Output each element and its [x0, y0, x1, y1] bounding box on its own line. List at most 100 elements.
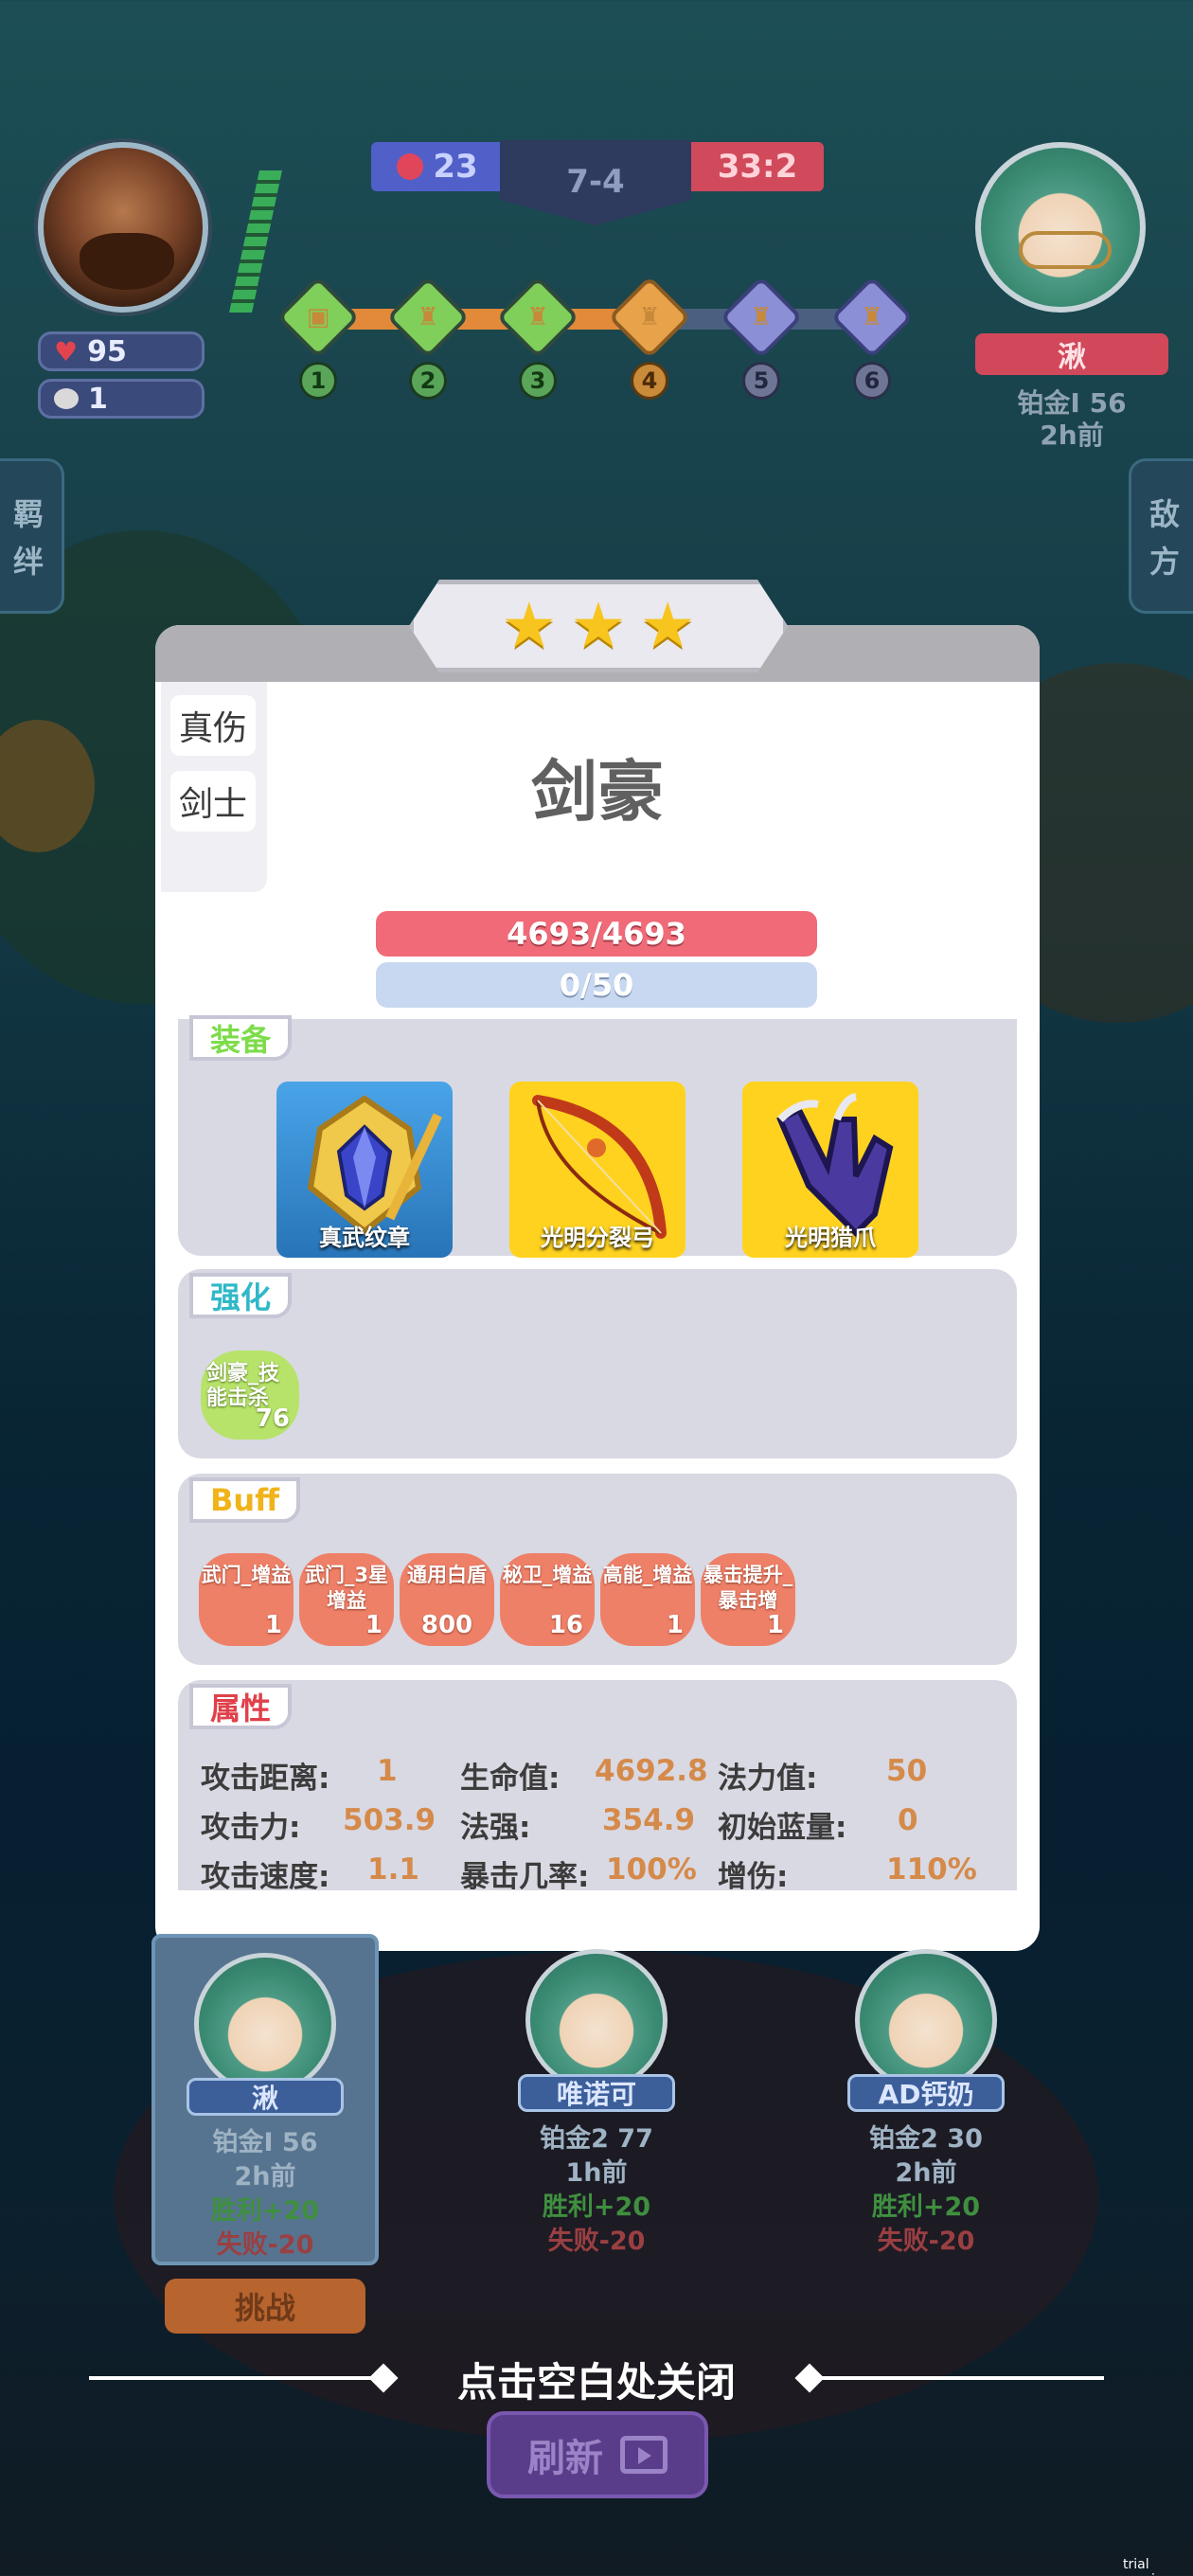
buff-section: Buff 武门_增益 1 武门_3星增益 1 通用白盾 800 秘卫_增益 16 高能_…: [178, 1474, 1017, 1665]
star-icon: ★: [501, 589, 558, 662]
player-hp-value: 95: [87, 334, 127, 368]
equipment-name: 光明分裂弓: [541, 1225, 654, 1251]
attr-key: 生命值:: [460, 1762, 561, 1796]
score-right-value: 33:2: [717, 148, 798, 186]
enhance-item-value: 76: [255, 1404, 290, 1433]
buff-item[interactable]: 武门_增益 1: [199, 1553, 294, 1646]
equipment-name: 真武纹章: [319, 1225, 410, 1251]
enhance-item[interactable]: 剑豪_技能击杀 76: [201, 1351, 299, 1440]
buff-label: Buff: [189, 1477, 301, 1523]
buff-item[interactable]: 武门_3星增益 1: [299, 1553, 394, 1646]
equipment-section: 装备 真武纹章 光明分裂弓 光明猎爪: [178, 1015, 1017, 1258]
round-number: 3: [519, 362, 557, 400]
enemy-name: 湫: [975, 333, 1168, 375]
attr-value: 1: [377, 1754, 398, 1788]
attr-key: 初始蓝量:: [718, 1811, 847, 1845]
buff-item-value: 1: [766, 1611, 784, 1640]
refresh-button[interactable]: 刷新: [487, 2411, 708, 2498]
star-rating: ★ ★ ★: [409, 580, 788, 672]
round-number: 6: [853, 362, 891, 400]
coin-icon: [54, 388, 79, 409]
attr-key: 攻击速度:: [201, 1860, 330, 1894]
heart-icon: ♥: [54, 335, 79, 367]
trophy-icon: ♜: [526, 303, 549, 331]
buff-item-value: 16: [548, 1611, 583, 1640]
attr-value: 4692.8: [595, 1754, 708, 1788]
buff-item-value: 1: [365, 1611, 383, 1640]
watermark: trial version: [1123, 2557, 1171, 2576]
player-coins-value: 1: [88, 382, 108, 416]
trophy-icon: ♜: [750, 303, 773, 331]
enemy-time: 2h前: [1040, 420, 1104, 451]
opponent-card[interactable]: 湫 铂金Ⅰ 56 2h前 胜利+20 失败-20: [151, 1934, 379, 2265]
star-icon: ★: [639, 589, 696, 662]
round-track-progress: [312, 309, 653, 330]
hero-hp-bar: 4693/4693: [376, 911, 817, 957]
synergy-tab-char: 绊: [12, 544, 44, 580]
attr-value: 50: [886, 1754, 928, 1788]
enemy-tab[interactable]: 敌方: [1129, 458, 1193, 614]
equipment-item[interactable]: 光明猎爪: [742, 1082, 918, 1258]
opponent-lose: 失败-20: [547, 2227, 646, 2256]
attr-value: 354.9: [602, 1803, 696, 1837]
attributes-section: 属性 攻击距离: 1 生命值: 4692.8 法力值: 50 攻击力: 503.…: [178, 1680, 1017, 1894]
player-hp: ♥ 95: [38, 331, 205, 371]
opponent-win: 胜利+20: [542, 2192, 651, 2222]
opponent-rank: 铂金2 30: [869, 2124, 983, 2154]
opponent-time: 1h前: [565, 2158, 628, 2188]
attr-key: 暴击几率:: [460, 1860, 590, 1894]
enhance-section: 强化 剑豪_技能击杀 76: [178, 1269, 1017, 1458]
opponent-win: 胜利+20: [210, 2196, 320, 2226]
attr-key: 攻击力:: [201, 1811, 301, 1845]
opponent-card[interactable]: AD钙奶 铂金2 30 2h前 胜利+20 失败-20: [812, 1934, 1040, 2265]
enemy-avatar[interactable]: [975, 142, 1146, 313]
buff-item[interactable]: 高能_增益 1: [600, 1553, 695, 1646]
player-avatar[interactable]: [38, 142, 208, 313]
synergy-tab[interactable]: 羁绊: [0, 458, 64, 614]
player-coins: 1: [38, 379, 205, 419]
opponent-lose: 失败-20: [216, 2230, 314, 2260]
opponent-name: 唯诺可: [518, 2074, 675, 2112]
enemy-tab-char: 方: [1148, 544, 1180, 580]
enhance-item-name: 剑豪_技能击杀: [206, 1362, 280, 1411]
team-icon: [397, 153, 424, 180]
opponent-card[interactable]: 唯诺可 铂金2 77 1h前 胜利+20 失败-20: [483, 1934, 710, 2265]
round-number: 2: [409, 362, 447, 400]
hero-detail-modal: 真伤 剑士 剑豪 4693/4693 0/50 装备 真武纹章 光明分裂弓 光明…: [155, 625, 1040, 1951]
hero-mana-value: 0/50: [559, 967, 634, 1003]
attr-key: 法力值:: [718, 1762, 818, 1796]
attr-value: 0: [898, 1803, 918, 1837]
equipment-label: 装备: [189, 1015, 293, 1061]
buff-item-name: 武门_增益: [201, 1564, 292, 1586]
opponent-avatar: [525, 1949, 668, 2091]
stage-value: 7-4: [566, 163, 625, 201]
opponent-lose: 失败-20: [877, 2227, 975, 2256]
opponent-rank: 铂金Ⅰ 56: [212, 2128, 318, 2157]
hint-divider-right: [810, 2376, 1104, 2380]
buff-item-value: 1: [264, 1611, 282, 1640]
refresh-label: 刷新: [527, 2437, 603, 2480]
buff-item-name: 高能_增益: [602, 1564, 693, 1586]
equipment-item[interactable]: 光明分裂弓: [509, 1082, 686, 1258]
buff-item[interactable]: 暴击提升_暴击增 1: [701, 1553, 795, 1646]
attributes-label: 属性: [189, 1684, 293, 1729]
trophy-icon: ♜: [638, 303, 661, 331]
attr-value: 1.1: [367, 1852, 419, 1887]
buff-item[interactable]: 通用白盾 800: [400, 1553, 494, 1646]
challenge-button[interactable]: 挑战: [165, 2279, 365, 2334]
gift-icon: ▣: [306, 303, 330, 331]
star-icon: ★: [570, 589, 627, 662]
hero-mana-bar: 0/50: [376, 962, 817, 1008]
opponent-name: 湫: [187, 2078, 344, 2116]
hero-hp-value: 4693/4693: [507, 916, 686, 952]
equipment-name: 光明猎爪: [785, 1225, 876, 1251]
trophy-icon: ♜: [417, 303, 439, 331]
buff-item-name: 暴击提升_暴击增: [703, 1564, 793, 1613]
enhance-label: 强化: [189, 1273, 293, 1318]
attr-key: 法强:: [460, 1811, 531, 1845]
attr-key: 攻击距离:: [201, 1762, 330, 1796]
buff-item[interactable]: 秘卫_增益 16: [500, 1553, 595, 1646]
buff-item-name: 秘卫_增益: [502, 1564, 593, 1586]
equipment-item[interactable]: 真武纹章: [276, 1082, 453, 1258]
attr-key: 增伤:: [718, 1860, 789, 1894]
